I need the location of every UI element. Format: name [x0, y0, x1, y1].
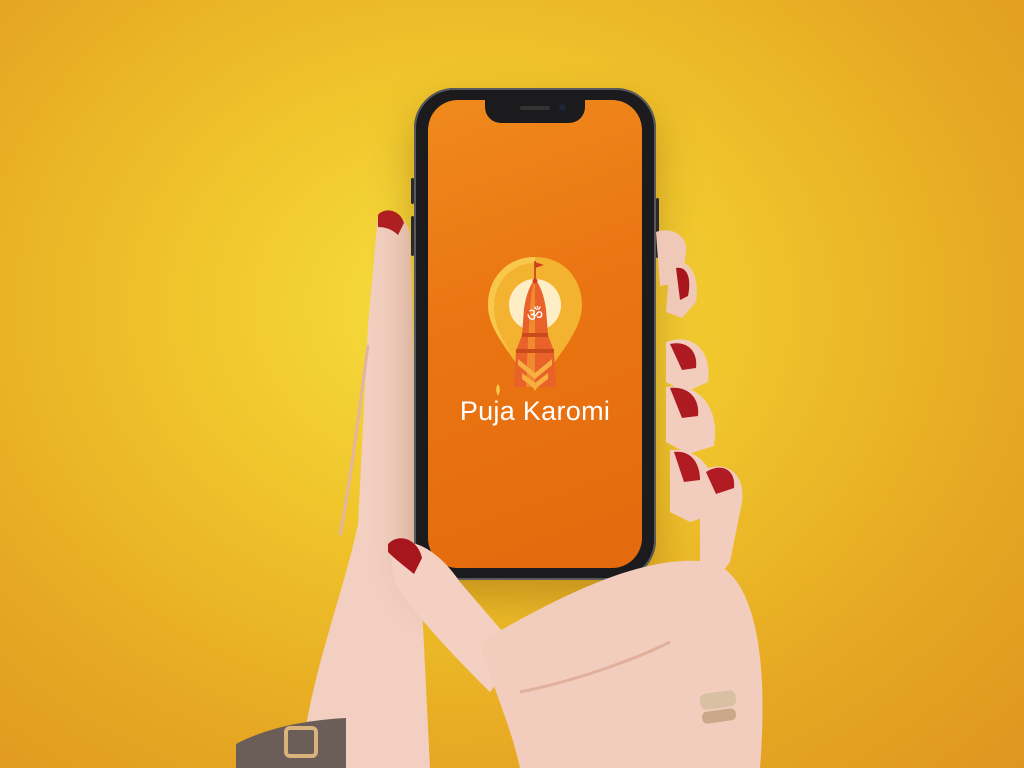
phone-notch — [485, 100, 585, 123]
speaker-grille — [520, 106, 550, 110]
phone-side-button — [411, 178, 414, 204]
front-camera — [559, 104, 566, 111]
right-hand — [388, 230, 763, 768]
watch-strap — [236, 718, 346, 768]
